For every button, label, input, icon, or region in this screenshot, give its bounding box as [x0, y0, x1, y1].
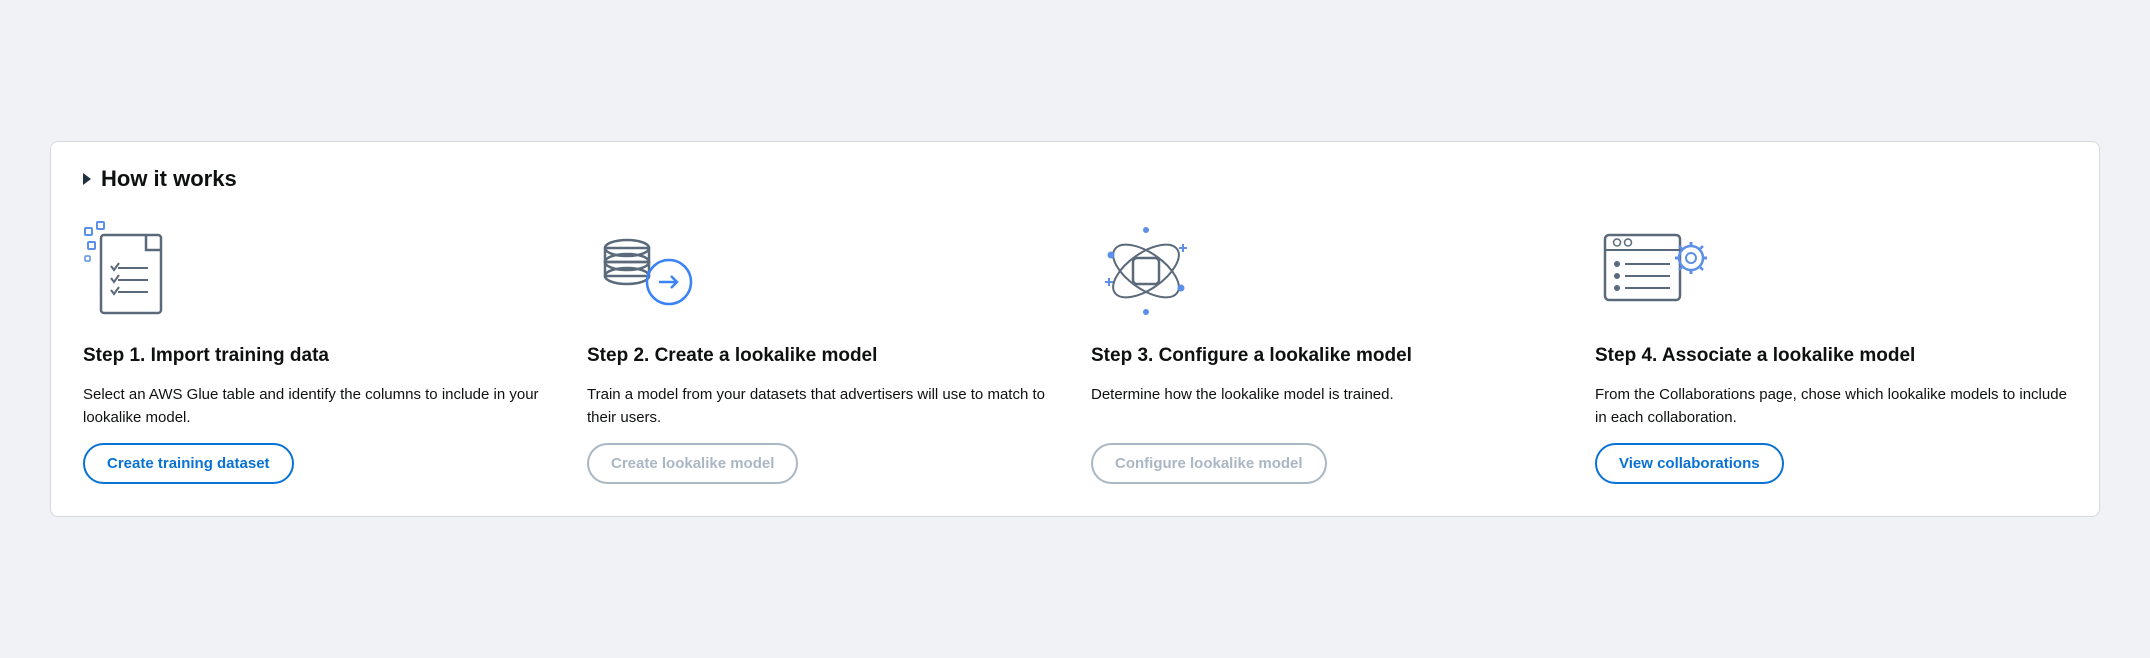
step-4-icon — [1595, 220, 2067, 330]
step-3: Step 3. Configure a lookalike model Dete… — [1091, 220, 1563, 484]
panel-title: How it works — [101, 166, 237, 192]
step-3-desc: Determine how the lookalike model is tra… — [1091, 383, 1563, 430]
step-1: Step 1. Import training data Select an A… — [83, 220, 555, 484]
step-2-title: Step 2. Create a lookalike model — [587, 344, 1059, 369]
step-4: Step 4. Associate a lookalike model From… — [1595, 220, 2067, 484]
collapse-icon — [83, 173, 91, 185]
step-3-icon — [1091, 220, 1563, 330]
step-4-title: Step 4. Associate a lookalike model — [1595, 344, 2067, 369]
step-2-desc: Train a model from your datasets that ad… — [587, 383, 1059, 430]
create-training-dataset-button[interactable]: Create training dataset — [83, 443, 294, 484]
step-2-icon — [587, 220, 1059, 330]
step-1-icon — [83, 220, 555, 330]
step-3-title: Step 3. Configure a lookalike model — [1091, 344, 1563, 369]
how-it-works-panel: How it works — [50, 141, 2100, 517]
create-lookalike-model-button[interactable]: Create lookalike model — [587, 443, 798, 484]
step-4-desc: From the Collaborations page, chose whic… — [1595, 383, 2067, 430]
view-collaborations-button[interactable]: View collaborations — [1595, 443, 1784, 484]
step-1-desc: Select an AWS Glue table and identify th… — [83, 383, 555, 430]
configure-lookalike-model-button[interactable]: Configure lookalike model — [1091, 443, 1327, 484]
step-1-title: Step 1. Import training data — [83, 344, 555, 369]
steps-grid: Step 1. Import training data Select an A… — [83, 220, 2067, 484]
step-2: Step 2. Create a lookalike model Train a… — [587, 220, 1059, 484]
panel-header: How it works — [83, 166, 2067, 192]
